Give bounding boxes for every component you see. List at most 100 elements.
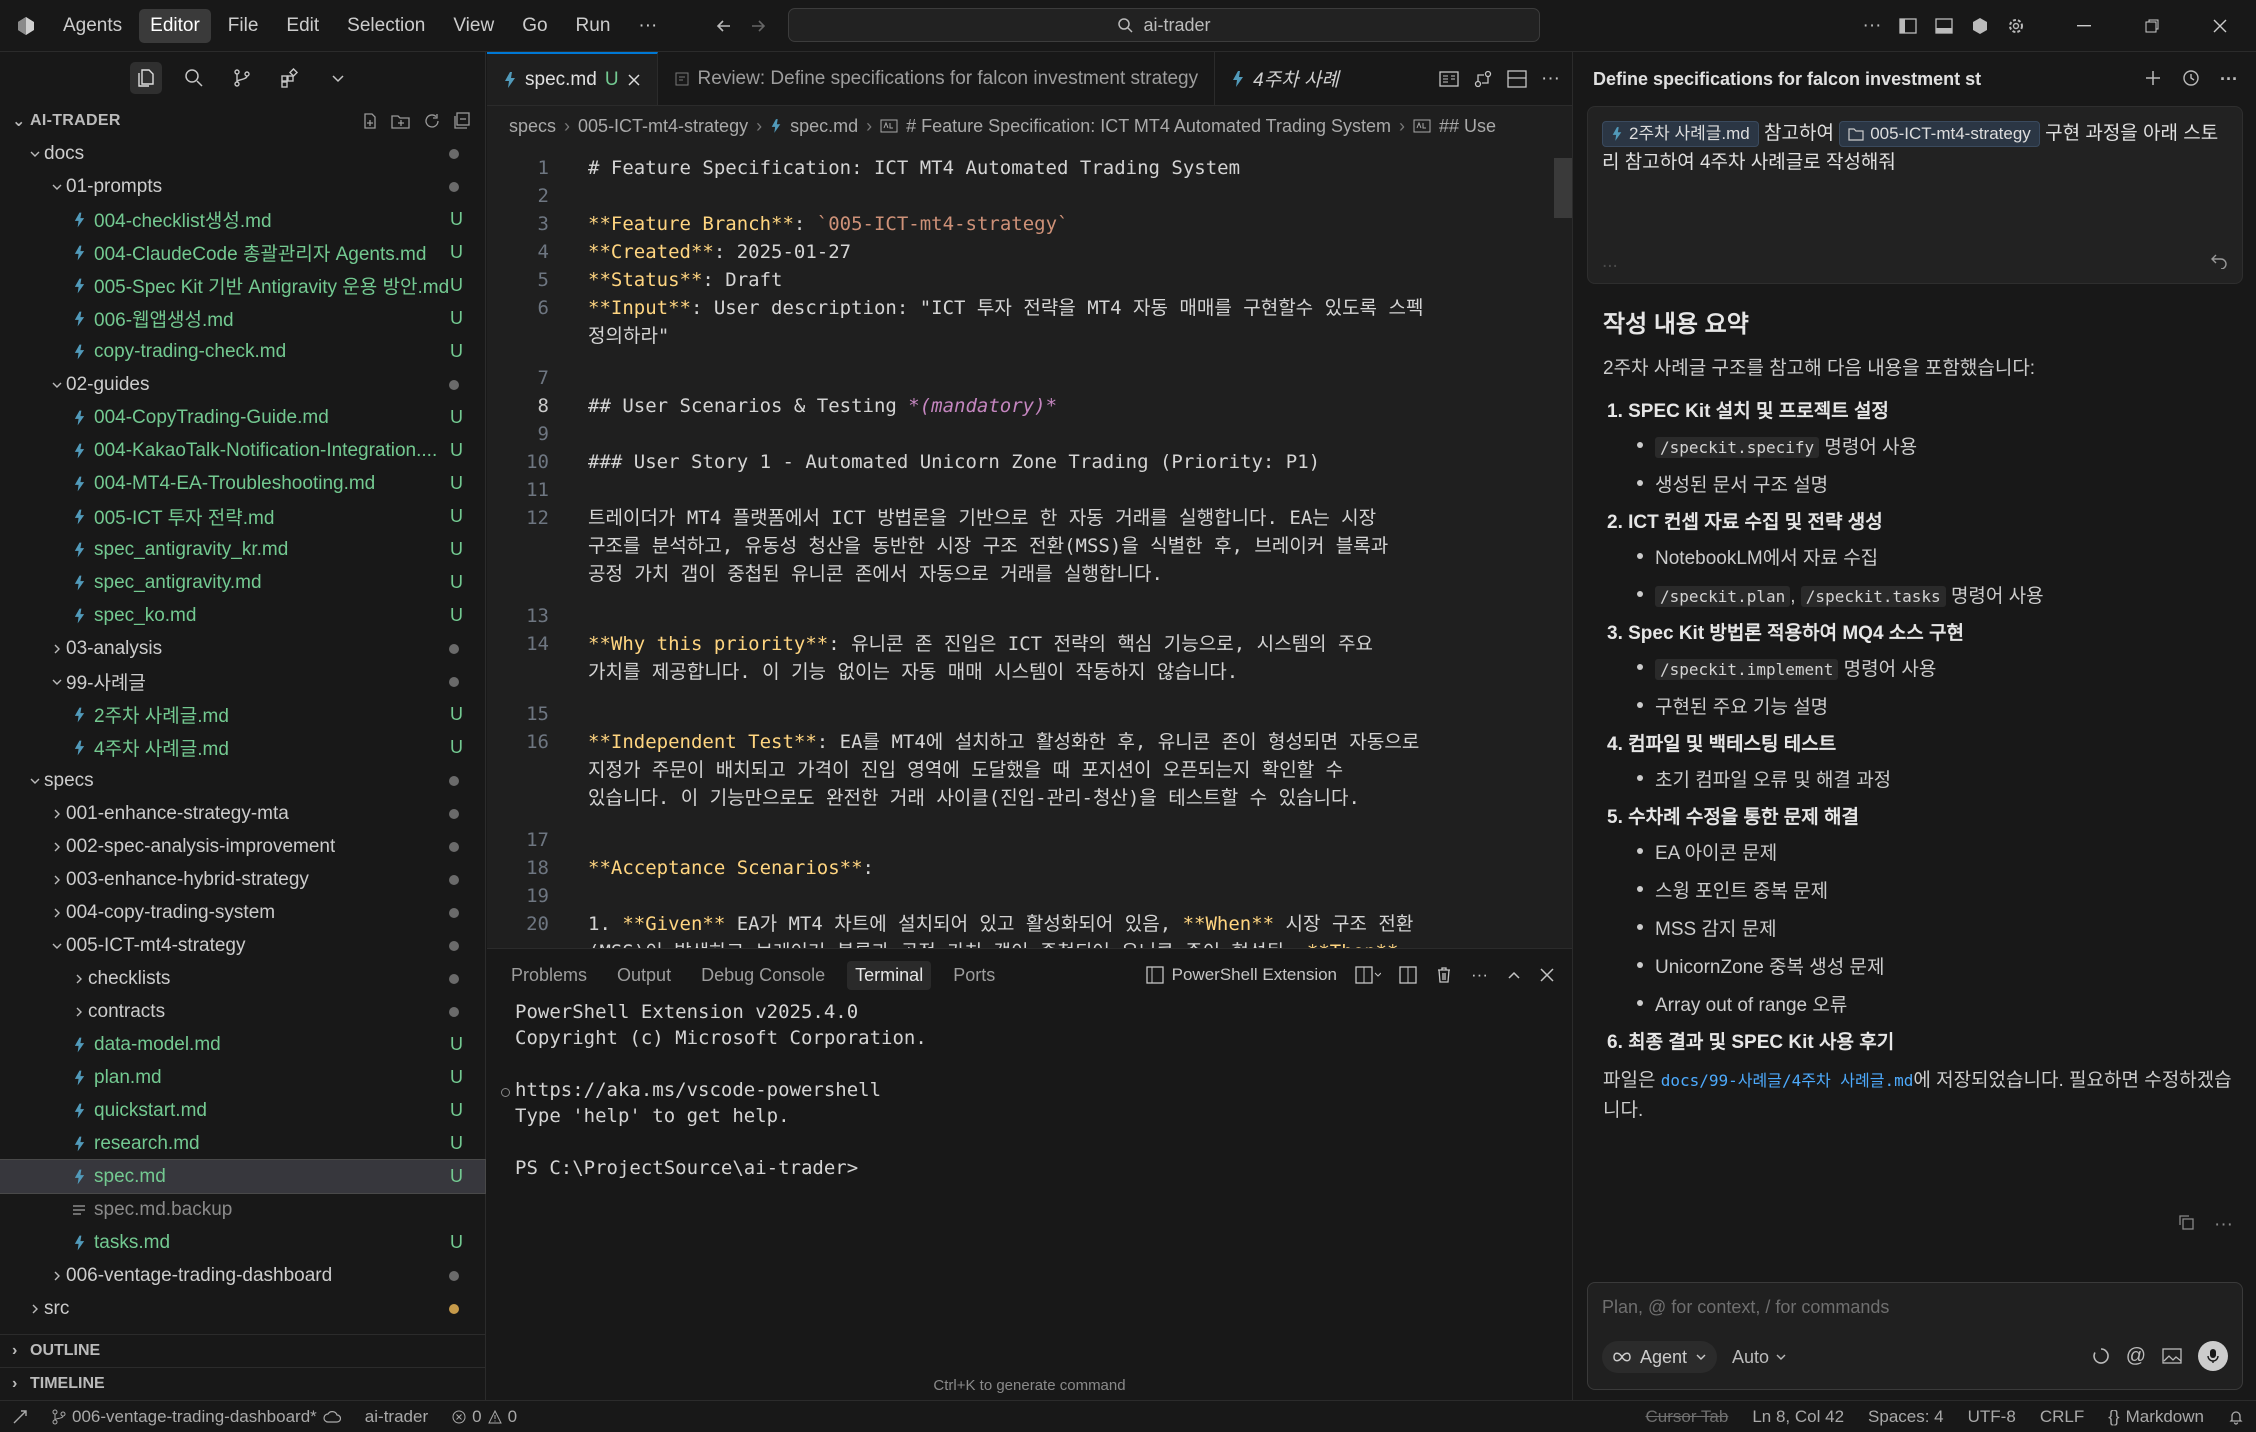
maximize-panel-icon[interactable] — [1506, 967, 1522, 983]
tree-file[interactable]: spec_antigravity.md U — [0, 566, 485, 599]
tree-folder[interactable]: 99-사례글 — [0, 665, 485, 698]
tree-file[interactable]: 004-KakaoTalk-Notification-Integration..… — [0, 434, 485, 467]
tree-file[interactable]: quickstart.md U — [0, 1094, 485, 1127]
split-terminal-icon[interactable] — [1355, 966, 1382, 984]
more-icon[interactable]: ··· — [2220, 69, 2238, 90]
menu-run[interactable]: Run — [565, 9, 622, 43]
tab-week4[interactable]: 4주차 사례 — [1215, 52, 1355, 105]
new-file-icon[interactable] — [361, 112, 379, 130]
history-icon[interactable] — [2182, 69, 2200, 90]
tree-folder[interactable]: 02-guides — [0, 368, 485, 401]
nav-back-icon[interactable] — [708, 10, 740, 42]
tree-folder[interactable]: 005-ICT-mt4-strategy — [0, 929, 485, 962]
tree-file[interactable]: 4주차 사례글.md U — [0, 731, 485, 764]
collapse-all-icon[interactable] — [453, 111, 471, 130]
chevron-down-icon[interactable] — [322, 62, 354, 94]
indentation-status[interactable]: Spaces: 4 — [1856, 1407, 1956, 1427]
agent-mode-dropdown[interactable]: Agent — [1602, 1341, 1718, 1373]
toggle-sidebar-icon[interactable] — [1892, 10, 1924, 42]
tab-ports[interactable]: Ports — [945, 961, 1003, 990]
tree-file[interactable]: spec_antigravity_kr.md U — [0, 533, 485, 566]
git-branch-status[interactable]: 006-ventage-trading-dashboard* — [40, 1407, 353, 1427]
minimize-icon[interactable] — [2050, 0, 2118, 52]
workspace-status[interactable]: ai-trader — [353, 1407, 440, 1427]
chat-input[interactable]: Plan, @ for context, / for commands Agen… — [1587, 1282, 2243, 1390]
scrollbar-thumb[interactable] — [1554, 158, 1572, 218]
close-panel-icon[interactable] — [1540, 968, 1554, 982]
outline-section-header[interactable]: › OUTLINE — [0, 1334, 486, 1367]
breadcrumb-item[interactable]: ## Use — [1439, 116, 1496, 137]
new-folder-icon[interactable] — [391, 112, 411, 130]
tree-file[interactable]: copy-trading-check.md U — [0, 335, 485, 368]
explorer-root-header[interactable]: ⌄ AI-TRADER — [0, 104, 485, 137]
nav-forward-icon[interactable] — [742, 10, 774, 42]
tree-file[interactable]: 004-checklist생성.md U — [0, 203, 485, 236]
copy-icon[interactable] — [2178, 1214, 2194, 1236]
context-chip-file[interactable]: 2주차 사례글.md — [1602, 120, 1759, 147]
extension-icon[interactable] — [1964, 10, 1996, 42]
tree-file[interactable]: spec.md U — [0, 1159, 486, 1194]
encoding-status[interactable]: UTF-8 — [1956, 1407, 2028, 1427]
file-path-link[interactable]: docs/99-사례글/4주차 사례글.md — [1661, 1071, 1914, 1090]
tree-file[interactable]: 004-CopyTrading-Guide.md U — [0, 401, 485, 434]
trash-icon[interactable] — [1435, 966, 1453, 984]
tree-file[interactable]: research.md U — [0, 1127, 485, 1160]
breadcrumb-item[interactable]: # Feature Specification: ICT MT4 Automat… — [906, 116, 1391, 137]
compare-changes-icon[interactable] — [1473, 69, 1493, 89]
tab-problems[interactable]: Problems — [503, 961, 595, 990]
tree-file[interactable]: data-model.md U — [0, 1028, 485, 1061]
notifications-bell-icon[interactable] — [2216, 1409, 2256, 1425]
command-center-search[interactable]: ai-trader — [788, 8, 1540, 42]
code-editor[interactable]: 1 # Feature Specification: ICT MT4 Automa… — [487, 146, 1572, 948]
menu-go[interactable]: Go — [511, 9, 558, 43]
tree-file[interactable]: 006-웹앱생성.md U — [0, 302, 485, 335]
tree-folder[interactable]: 001-enhance-strategy-mta — [0, 797, 485, 830]
tree-folder[interactable]: 03-analysis — [0, 632, 485, 665]
extensions-icon[interactable] — [274, 62, 306, 94]
tree-folder[interactable]: contracts — [0, 995, 485, 1028]
tree-folder[interactable]: checklists — [0, 962, 485, 995]
tree-file[interactable]: spec_ko.md U — [0, 599, 485, 632]
split-editor-icon[interactable] — [1507, 69, 1527, 88]
tab-terminal[interactable]: Terminal — [847, 960, 932, 990]
tree-file[interactable]: plan.md U — [0, 1061, 485, 1094]
tree-file[interactable]: 005-ICT 투자 전략.md U — [0, 500, 485, 533]
toggle-panel-icon[interactable] — [1928, 10, 1960, 42]
menu-agents[interactable]: Agents — [52, 9, 133, 43]
settings-gear-icon[interactable] — [2000, 10, 2032, 42]
refresh-icon[interactable] — [423, 112, 441, 130]
tree-folder[interactable]: docs — [0, 137, 485, 170]
close-tab-icon[interactable] — [627, 73, 641, 87]
split-view-icon[interactable] — [1399, 966, 1417, 984]
tree-folder[interactable]: src — [0, 1292, 485, 1325]
breadcrumb-item[interactable]: spec.md — [790, 116, 858, 137]
source-control-icon[interactable] — [226, 62, 258, 94]
timeline-section-header[interactable]: › TIMELINE — [0, 1367, 486, 1400]
restore-checkpoint-icon[interactable] — [2210, 251, 2228, 269]
language-mode-status[interactable]: {} Markdown — [2096, 1407, 2216, 1427]
menu-more[interactable]: ··· — [627, 9, 668, 43]
tree-folder[interactable]: 002-spec-analysis-improvement — [0, 830, 485, 863]
tree-folder[interactable]: 003-enhance-hybrid-strategy — [0, 863, 485, 896]
more-icon[interactable]: ··· — [1856, 10, 1888, 42]
tab-review[interactable]: Review: Define specifications for falcon… — [658, 52, 1216, 105]
more-icon[interactable]: ··· — [2214, 1214, 2233, 1236]
explorer-files-icon[interactable] — [130, 62, 162, 94]
cursor-position-status[interactable]: Ln 8, Col 42 — [1740, 1407, 1856, 1427]
more-icon[interactable]: ··· — [1471, 965, 1488, 985]
tab-debug-console[interactable]: Debug Console — [693, 961, 833, 990]
microphone-icon[interactable] — [2198, 1341, 2228, 1371]
tree-file[interactable]: spec.md.backup — [0, 1193, 485, 1226]
open-preview-icon[interactable] — [1439, 70, 1459, 88]
chat-title[interactable]: Define specifications for falcon investm… — [1593, 69, 1981, 90]
new-chat-icon[interactable] — [2144, 69, 2162, 90]
breadcrumb-item[interactable]: specs — [509, 116, 556, 137]
tree-folder[interactable]: 004-copy-trading-system — [0, 896, 485, 929]
model-dropdown[interactable]: Auto — [1732, 1341, 1787, 1373]
maximize-icon[interactable] — [2118, 0, 2186, 52]
problems-status[interactable]: 0 0 — [440, 1407, 529, 1427]
image-icon[interactable] — [2162, 1348, 2182, 1364]
tree-file[interactable]: 2주차 사례글.md U — [0, 698, 485, 731]
menu-file[interactable]: File — [217, 9, 270, 43]
tree-file[interactable]: tasks.md U — [0, 1226, 485, 1259]
